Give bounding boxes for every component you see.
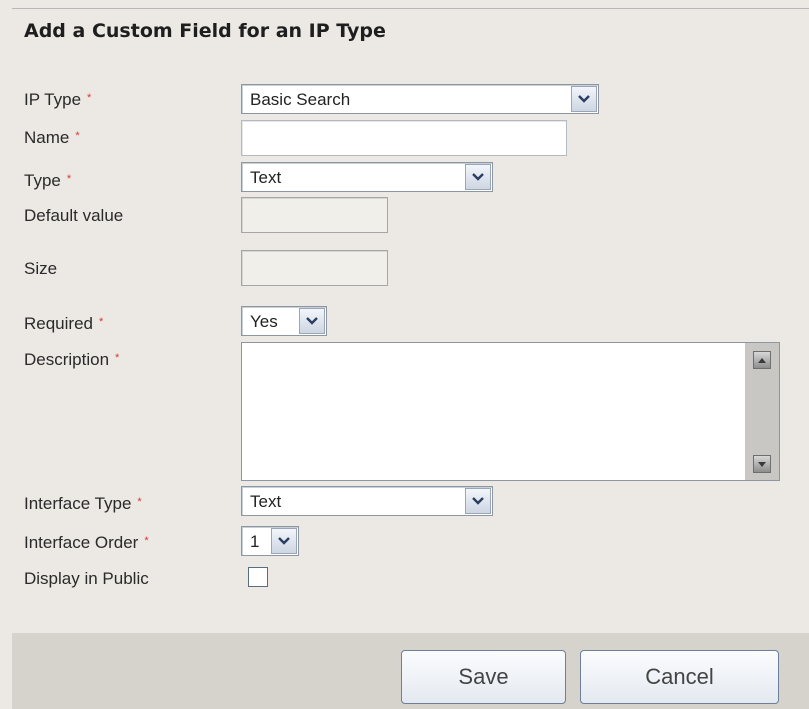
interface-order-label: Interface Order *: [24, 533, 149, 552]
display-in-public-checkbox[interactable]: [248, 567, 268, 587]
interface-type-select[interactable]: Text: [241, 486, 493, 516]
interface-order-select[interactable]: 1: [241, 526, 299, 556]
save-button[interactable]: Save: [401, 650, 566, 704]
interface-type-label: Interface Type *: [24, 494, 142, 513]
scroll-down-icon[interactable]: [753, 455, 771, 473]
name-label: Name *: [24, 128, 80, 147]
top-divider: [12, 8, 809, 9]
description-scrollbar[interactable]: [745, 343, 779, 480]
default-value-label: Default value: [24, 206, 124, 225]
description-textarea[interactable]: [241, 342, 780, 481]
required-marker: *: [115, 352, 120, 364]
display-in-public-label: Display in Public: [24, 569, 149, 588]
chevron-down-icon[interactable]: [571, 86, 597, 112]
type-select[interactable]: Text: [241, 162, 493, 192]
required-marker: *: [87, 92, 92, 104]
description-label: Description *: [24, 350, 120, 369]
size-input: [241, 250, 388, 286]
cancel-button[interactable]: Cancel: [580, 650, 779, 704]
chevron-down-icon[interactable]: [465, 488, 491, 514]
required-select[interactable]: Yes: [241, 306, 327, 336]
required-marker: *: [66, 173, 72, 185]
ip-type-select[interactable]: Basic Search: [241, 84, 599, 114]
scroll-up-icon[interactable]: [753, 351, 771, 369]
type-label: Type *: [24, 171, 72, 190]
chevron-down-icon[interactable]: [465, 164, 491, 190]
size-label: Size: [24, 259, 58, 278]
required-label: Required *: [24, 314, 104, 333]
chevron-down-icon[interactable]: [271, 528, 297, 554]
ip-type-label: IP Type *: [24, 90, 92, 109]
required-marker: *: [137, 496, 142, 508]
page-title: Add a Custom Field for an IP Type: [24, 20, 386, 42]
required-marker: *: [75, 130, 80, 142]
required-marker: *: [99, 316, 104, 328]
required-marker: *: [144, 535, 149, 547]
chevron-down-icon[interactable]: [299, 308, 325, 334]
name-input[interactable]: [241, 120, 567, 156]
default-value-input: [241, 197, 388, 233]
